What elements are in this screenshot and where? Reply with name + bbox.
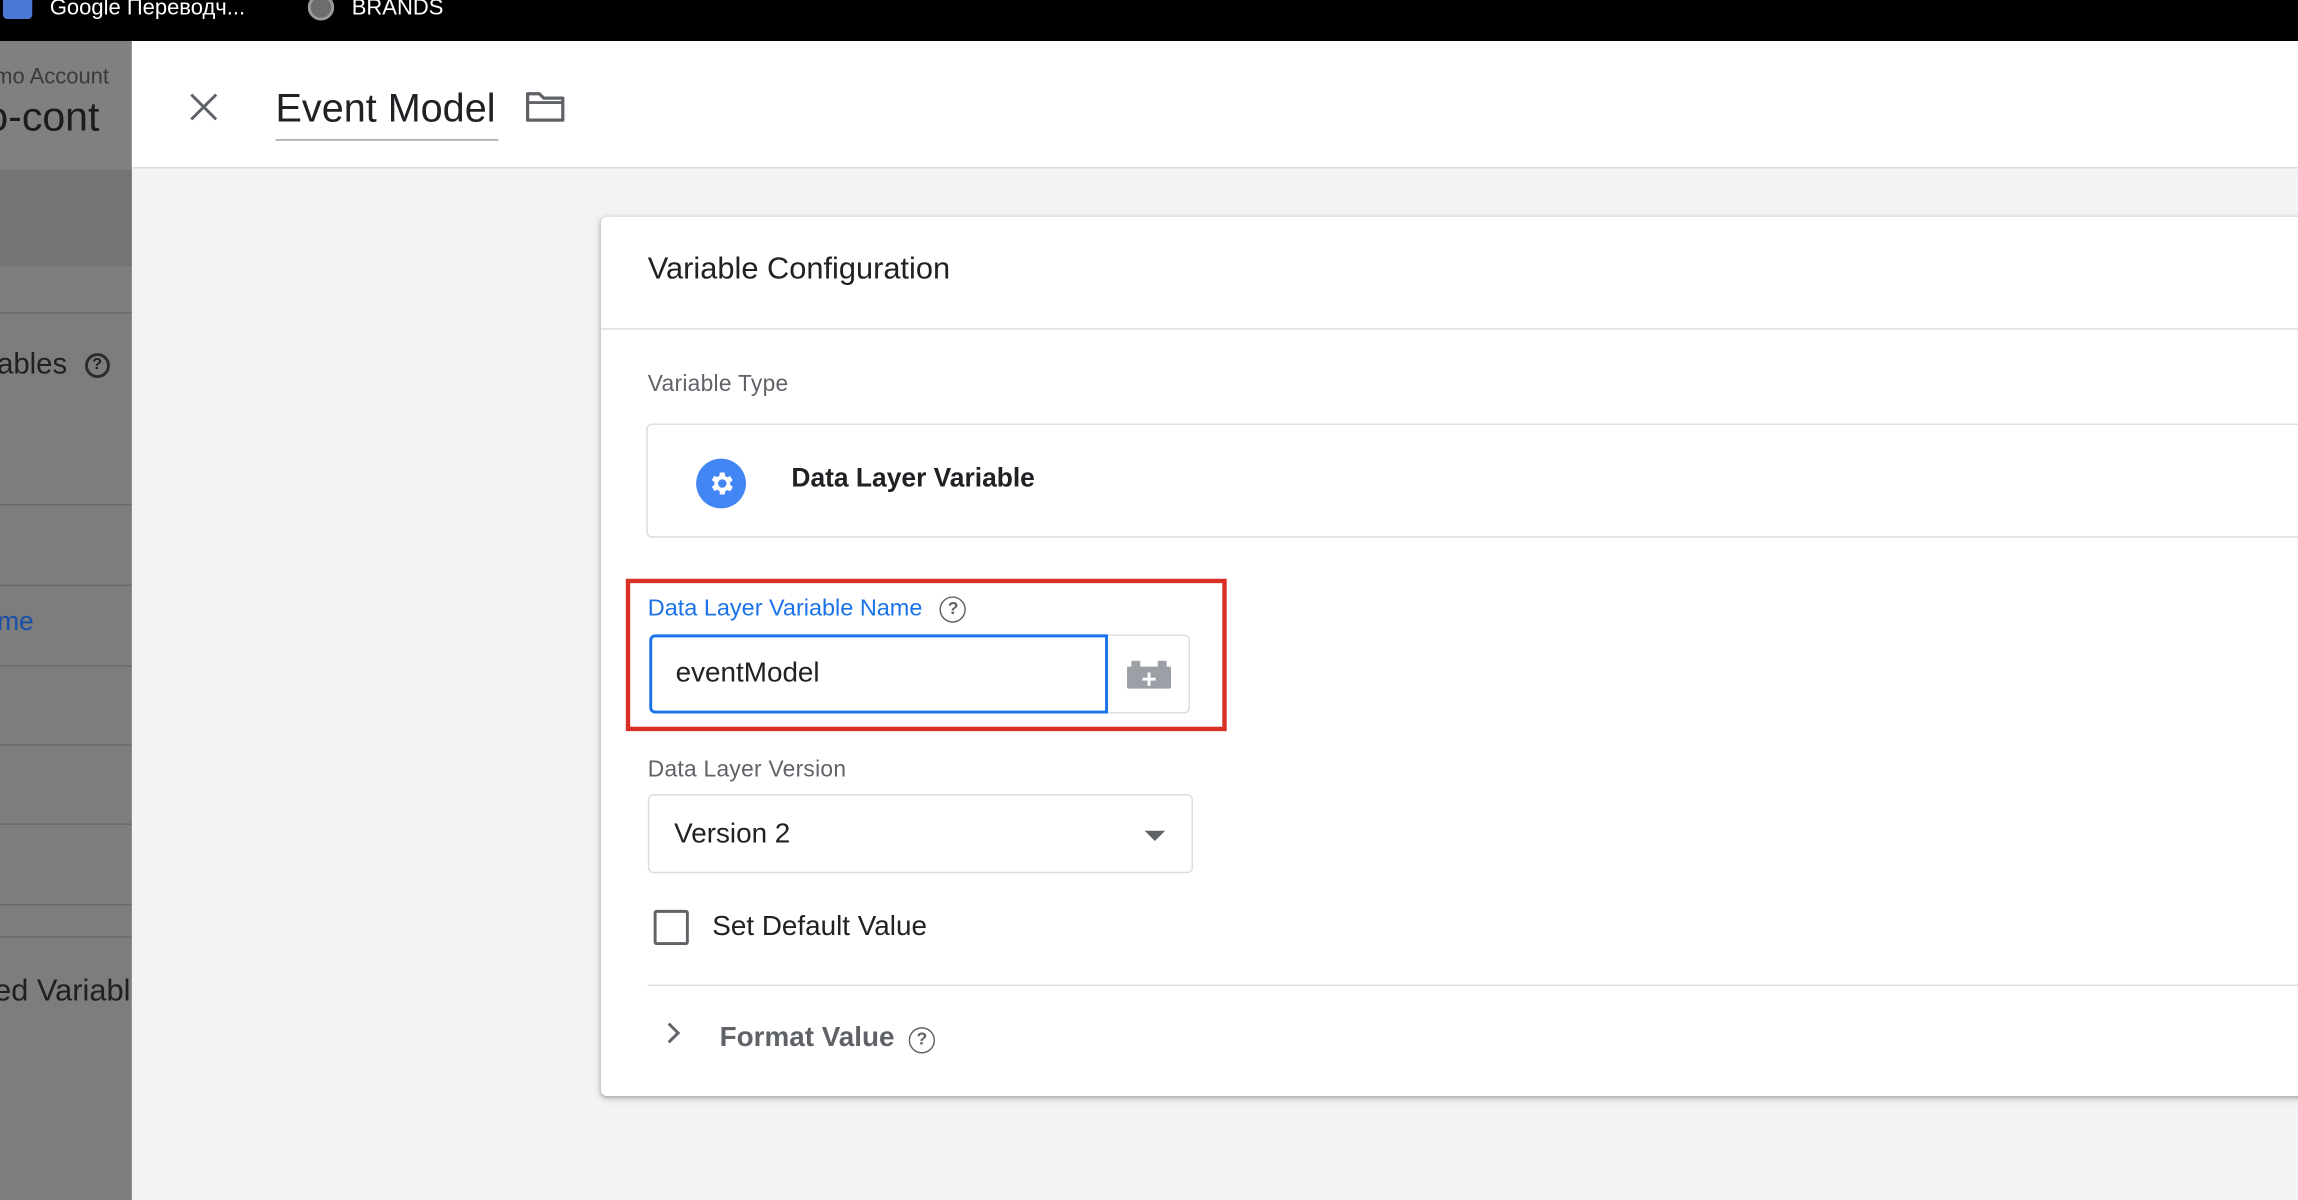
bookmarks-bar: Google Переводч... BRANDS <box>0 0 2298 42</box>
data-layer-version-select[interactable]: Version 2 <box>647 794 1193 874</box>
help-icon: ? <box>84 353 110 379</box>
close-icon[interactable] <box>182 85 226 129</box>
dropdown-arrow-icon <box>1144 830 1166 842</box>
help-icon[interactable]: ? <box>939 596 967 623</box>
set-default-value-label: Set Default Value <box>712 911 927 943</box>
background-page: mo Account o-cont ables ? me ed Variabl <box>0 41 132 1200</box>
data-layer-version-label: Data Layer Version <box>647 757 847 783</box>
panel-header: Event Model <box>131 41 2298 169</box>
variable-type-label: Variable Type <box>647 372 789 398</box>
chevron-right-icon <box>659 1022 681 1044</box>
variables-heading: ables ? <box>0 349 110 383</box>
version-selected-value: Version 2 <box>674 819 791 850</box>
add-variable-icon <box>1126 660 1171 689</box>
set-default-value-checkbox[interactable] <box>653 909 689 946</box>
format-value-label: Format Value <box>719 1022 895 1054</box>
user-defined-variables-heading: ed Variabl <box>0 974 131 1009</box>
translate-icon <box>2 0 33 20</box>
variable-configuration-card: Variable Configuration Variable Type Dat… <box>600 216 2298 1096</box>
bookmark-label: BRANDS <box>351 0 444 20</box>
divider <box>647 984 2298 987</box>
account-name: mo Account <box>0 64 110 90</box>
container-name: o-cont <box>0 93 100 140</box>
variable-link: me <box>0 606 34 636</box>
variable-type-selector[interactable]: Data Layer Variable <box>646 423 2298 538</box>
card-title: Variable Configuration <box>647 252 951 286</box>
format-value-expander[interactable]: Format Value ? <box>648 1012 1234 1065</box>
bookmark-translate[interactable]: Google Переводч... <box>2 0 246 22</box>
data-layer-variable-name-input[interactable]: eventModel <box>649 634 1108 714</box>
bookmark-brands[interactable]: BRANDS <box>307 0 444 22</box>
gear-icon <box>696 458 746 509</box>
variable-editor-panel: Event Model Variable Configuration Varia… <box>131 41 2298 1200</box>
bookmark-label: Google Переводч... <box>49 0 246 20</box>
divider <box>600 328 2298 330</box>
globe-icon <box>307 0 335 21</box>
folder-icon[interactable] <box>525 91 566 123</box>
help-icon[interactable]: ? <box>908 1027 936 1054</box>
data-layer-variable-name-label: Data Layer Variable Name ? <box>648 596 967 623</box>
variable-picker-button[interactable] <box>1107 634 1191 714</box>
variable-title-input[interactable]: Event Model <box>275 82 499 141</box>
variable-type-name: Data Layer Variable <box>791 463 1035 493</box>
